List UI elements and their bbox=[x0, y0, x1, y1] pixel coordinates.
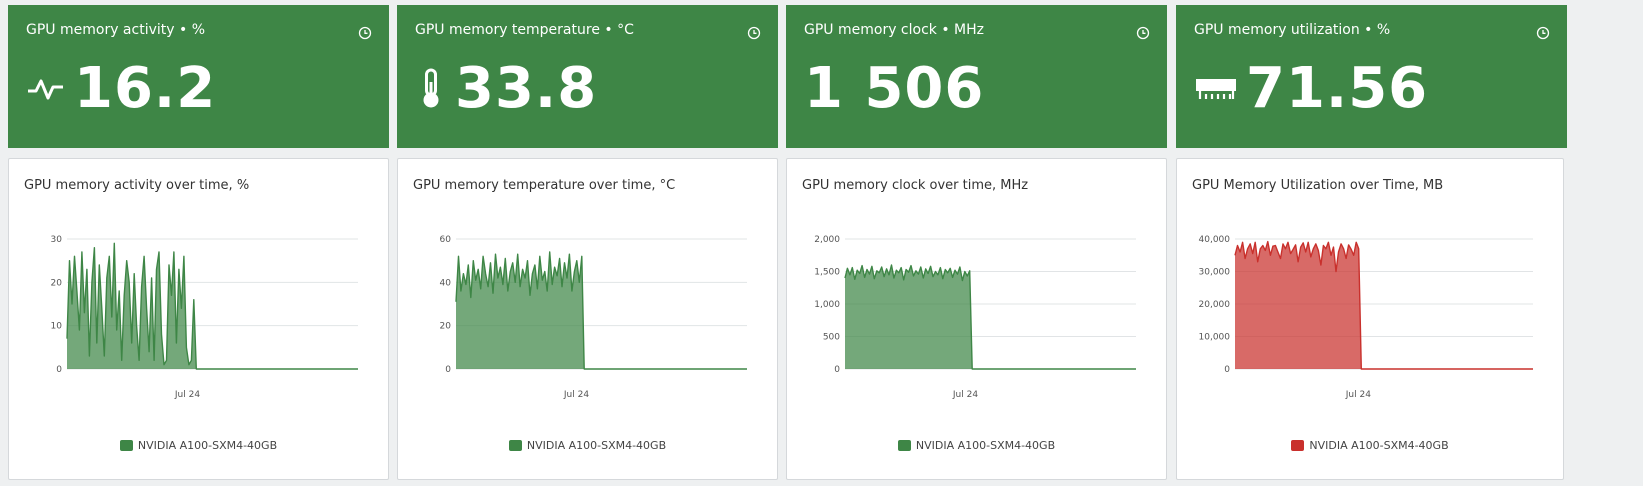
chart-legend[interactable]: NVIDIA A100-SXM4-40GB bbox=[787, 439, 1166, 452]
chart-card-memory-activity: GPU memory activity over time, % 0 10 20 30… bbox=[8, 158, 389, 480]
x-tick-label: Jul 24 bbox=[563, 390, 589, 400]
chart-legend[interactable]: NVIDIA A100-SXM4-40GB bbox=[9, 439, 388, 452]
stat-tile-memory-temperature[interactable]: GPU memory temperature • °C 33.8 bbox=[397, 5, 778, 148]
clock-icon[interactable] bbox=[358, 26, 372, 40]
stat-title: GPU memory activity • % bbox=[26, 22, 205, 38]
memory-chip-icon bbox=[1194, 69, 1238, 109]
chart-plot[interactable]: 0 10 20 30 Jul 24 bbox=[9, 159, 390, 439]
chart-card-memory-clock: GPU memory clock over time, MHz 0 500 1,00… bbox=[786, 158, 1167, 480]
x-tick-label: Jul 24 bbox=[952, 390, 978, 400]
clock-icon[interactable] bbox=[747, 26, 761, 40]
y-tick-label: 10,000 bbox=[1199, 333, 1231, 343]
y-tick-label: 30,000 bbox=[1199, 268, 1231, 278]
stat-value: 1 506 bbox=[804, 56, 985, 121]
y-tick-label: 0 bbox=[1224, 365, 1230, 375]
y-tick-label: 20 bbox=[51, 278, 63, 288]
thermometer-icon bbox=[415, 68, 447, 109]
y-tick-label: 10 bbox=[51, 322, 63, 332]
legend-label: NVIDIA A100-SXM4-40GB bbox=[915, 439, 1056, 452]
y-tick-label: 40 bbox=[440, 278, 452, 288]
y-tick-label: 500 bbox=[823, 333, 840, 343]
series-area bbox=[1235, 241, 1533, 369]
stat-tile-memory-activity[interactable]: GPU memory activity • % 16.2 bbox=[8, 5, 389, 148]
legend-label: NVIDIA A100-SXM4-40GB bbox=[137, 439, 278, 452]
chart-plot[interactable]: 0 10,000 20,000 30,000 40,000 Jul 24 bbox=[1177, 159, 1565, 439]
x-tick-label: Jul 24 bbox=[1345, 390, 1371, 400]
y-tick-label: 1,000 bbox=[814, 300, 840, 310]
stat-title: GPU memory clock • MHz bbox=[804, 22, 985, 38]
legend-label: NVIDIA A100-SXM4-40GB bbox=[526, 439, 667, 452]
y-tick-label: 0 bbox=[56, 365, 62, 375]
y-tick-label: 40,000 bbox=[1199, 235, 1231, 245]
y-tick-label: 2,000 bbox=[814, 235, 840, 245]
chart-legend[interactable]: NVIDIA A100-SXM4-40GB bbox=[398, 439, 777, 452]
chart-plot[interactable]: 0 20 40 60 Jul 24 bbox=[398, 159, 779, 439]
y-tick-label: 1,500 bbox=[814, 268, 840, 278]
chart-legend[interactable]: NVIDIA A100-SXM4-40GB bbox=[1177, 439, 1563, 452]
stat-value: 71.56 bbox=[1246, 56, 1429, 121]
y-tick-label: 20,000 bbox=[1199, 300, 1231, 310]
clock-icon[interactable] bbox=[1536, 26, 1550, 40]
activity-pulse-icon bbox=[26, 69, 66, 109]
legend-swatch bbox=[897, 440, 911, 451]
series-area bbox=[845, 265, 1136, 369]
stat-tile-memory-utilization[interactable]: GPU memory utilization • % 71.56 bbox=[1176, 5, 1567, 148]
stat-title: GPU memory temperature • °C bbox=[415, 22, 634, 38]
stat-title: GPU memory utilization • % bbox=[1194, 22, 1391, 38]
legend-swatch bbox=[508, 440, 522, 451]
chart-plot[interactable]: 0 500 1,000 1,500 2,000 Jul 24 bbox=[787, 159, 1168, 439]
y-tick-label: 20 bbox=[440, 322, 452, 332]
y-tick-label: 0 bbox=[834, 365, 840, 375]
y-tick-label: 0 bbox=[445, 365, 451, 375]
series-area bbox=[67, 243, 358, 369]
clock-icon[interactable] bbox=[1136, 26, 1150, 40]
stat-tile-memory-clock[interactable]: GPU memory clock • MHz 1 506 bbox=[786, 5, 1167, 148]
x-tick-label: Jul 24 bbox=[174, 390, 200, 400]
legend-label: NVIDIA A100-SXM4-40GB bbox=[1309, 439, 1449, 452]
chart-card-memory-utilization: GPU Memory Utilization over Time, MB 0 10… bbox=[1176, 158, 1564, 480]
stat-value: 16.2 bbox=[74, 56, 217, 121]
y-tick-label: 30 bbox=[51, 235, 63, 245]
stat-value: 33.8 bbox=[455, 56, 598, 121]
y-tick-label: 60 bbox=[440, 235, 452, 245]
legend-swatch bbox=[1291, 440, 1305, 451]
chart-card-memory-temperature: GPU memory temperature over time, °C 0 20… bbox=[397, 158, 778, 480]
legend-swatch bbox=[119, 440, 133, 451]
